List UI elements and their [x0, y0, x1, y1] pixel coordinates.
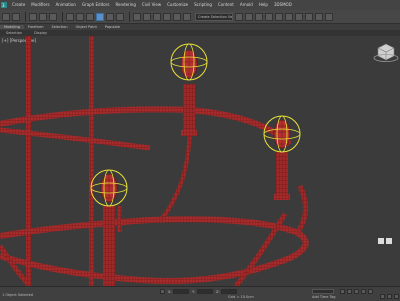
undo-icon[interactable]: [2, 12, 10, 21]
support-arm[interactable]: [158, 131, 192, 222]
add-time-tag[interactable]: Add Time Tag: [312, 295, 336, 299]
menu-arnold[interactable]: Arnold: [237, 0, 256, 10]
scene-explorer-display[interactable]: Display: [28, 31, 53, 35]
viewcube-icon[interactable]: [373, 43, 399, 62]
menu-help[interactable]: Help: [256, 0, 271, 10]
link-icon[interactable]: [29, 12, 37, 21]
support-arm[interactable]: [0, 244, 32, 286]
vertical-rod[interactable]: [26, 36, 31, 286]
x-coord-label: X:: [168, 290, 172, 294]
auto-key-field[interactable]: [312, 289, 334, 294]
x-coord-field[interactable]: [173, 289, 189, 294]
layer-explorer-icon[interactable]: [255, 12, 263, 21]
render-frame-icon[interactable]: [315, 12, 323, 21]
lock-selection-icon[interactable]: [160, 289, 165, 294]
menu-graph-editors[interactable]: Graph Editors: [79, 0, 112, 10]
go-to-end-icon[interactable]: [368, 289, 373, 294]
next-frame-icon[interactable]: [361, 289, 366, 294]
vertical-rod[interactable]: [89, 36, 94, 286]
render-icon[interactable]: [325, 12, 333, 21]
zoom-extents-icon[interactable]: [380, 294, 385, 299]
upper-ring[interactable]: [0, 106, 293, 147]
menu-bar: 3 Create Modifiers Animation Graph Edito…: [0, 0, 400, 10]
menu-animation[interactable]: Animation: [53, 0, 79, 10]
select-by-name-icon[interactable]: [76, 12, 84, 21]
previous-frame-icon[interactable]: [347, 289, 352, 294]
perspective-viewport[interactable]: [+] [Perspective]: [0, 36, 400, 286]
maximize-viewport-icon[interactable]: [378, 238, 384, 244]
scene-render: [0, 36, 399, 286]
reference-coordinate-icon[interactable]: [133, 12, 141, 21]
curve-editor-icon[interactable]: [275, 12, 283, 21]
scene-explorer-selection[interactable]: Selection: [0, 31, 28, 35]
select-and-move-icon[interactable]: [96, 12, 104, 21]
redo-icon[interactable]: [12, 12, 20, 21]
spinner-snap-icon[interactable]: [183, 12, 191, 21]
material-editor-icon[interactable]: [295, 12, 303, 21]
toolbar-separator: [129, 11, 130, 22]
tab-object-paint[interactable]: Object Paint: [72, 25, 101, 29]
percent-snap-icon[interactable]: [173, 12, 181, 21]
app-logo-icon[interactable]: 3: [1, 2, 7, 8]
menu-customize[interactable]: Customize: [164, 0, 191, 10]
render-setup-icon[interactable]: [305, 12, 313, 21]
menu-scripting[interactable]: Scripting: [191, 0, 215, 10]
z-coord-label: Z:: [216, 290, 220, 294]
mirror-icon[interactable]: [235, 12, 243, 21]
toolbar-separator: [62, 11, 63, 22]
menu-civil-view[interactable]: Civil View: [139, 0, 164, 10]
selection-region-icon[interactable]: [86, 12, 94, 21]
unlink-icon[interactable]: [39, 12, 47, 21]
select-and-scale-icon[interactable]: [116, 12, 124, 21]
pan-icon[interactable]: [394, 294, 399, 299]
y-coord-field[interactable]: [197, 289, 213, 294]
upper-ring-front[interactable]: [0, 127, 151, 151]
menu-create[interactable]: Create: [9, 0, 28, 10]
candle-top[interactable]: [170, 43, 208, 136]
candle-left[interactable]: [90, 169, 128, 286]
menu-rendering[interactable]: Rendering: [112, 0, 138, 10]
status-bar: 1 Object Selected X: Y: Z: Grid = 10.0cm…: [0, 286, 400, 301]
align-icon[interactable]: [245, 12, 253, 21]
orbit-icon[interactable]: [387, 294, 392, 299]
grid-size: Grid = 10.0cm: [228, 295, 254, 299]
go-to-start-icon[interactable]: [340, 289, 345, 294]
menu-3dsmod[interactable]: 3DSMOD: [271, 0, 295, 10]
support-arm[interactable]: [295, 184, 308, 234]
bind-space-warp-icon[interactable]: [49, 12, 57, 21]
pivot-center-icon[interactable]: [143, 12, 151, 21]
menu-modifiers[interactable]: Modifiers: [28, 0, 52, 10]
snap-toggle-icon[interactable]: [153, 12, 161, 21]
y-coord-label: Y:: [192, 290, 195, 294]
zoom-icon[interactable]: [386, 238, 392, 244]
toolbar-separator: [25, 11, 26, 22]
tab-populate[interactable]: Populate: [101, 25, 124, 29]
tab-selection[interactable]: Selection: [48, 25, 72, 29]
tab-freeform[interactable]: Freeform: [24, 25, 48, 29]
select-and-rotate-icon[interactable]: [106, 12, 114, 21]
selection-set-dropdown[interactable]: Create Selection Se: [195, 12, 233, 21]
angle-snap-icon[interactable]: [163, 12, 171, 21]
selection-status: 1 Object Selected: [2, 293, 34, 297]
play-icon[interactable]: [354, 289, 359, 294]
menu-content[interactable]: Content: [215, 0, 237, 10]
toggle-ribbon-icon[interactable]: [265, 12, 273, 21]
main-toolbar: Create Selection Se: [0, 10, 400, 24]
z-coord-field[interactable]: [221, 289, 237, 294]
support-arm[interactable]: [117, 205, 122, 233]
select-object-icon[interactable]: [66, 12, 74, 21]
schematic-view-icon[interactable]: [285, 12, 293, 21]
tab-modeling[interactable]: Modeling: [0, 25, 24, 29]
